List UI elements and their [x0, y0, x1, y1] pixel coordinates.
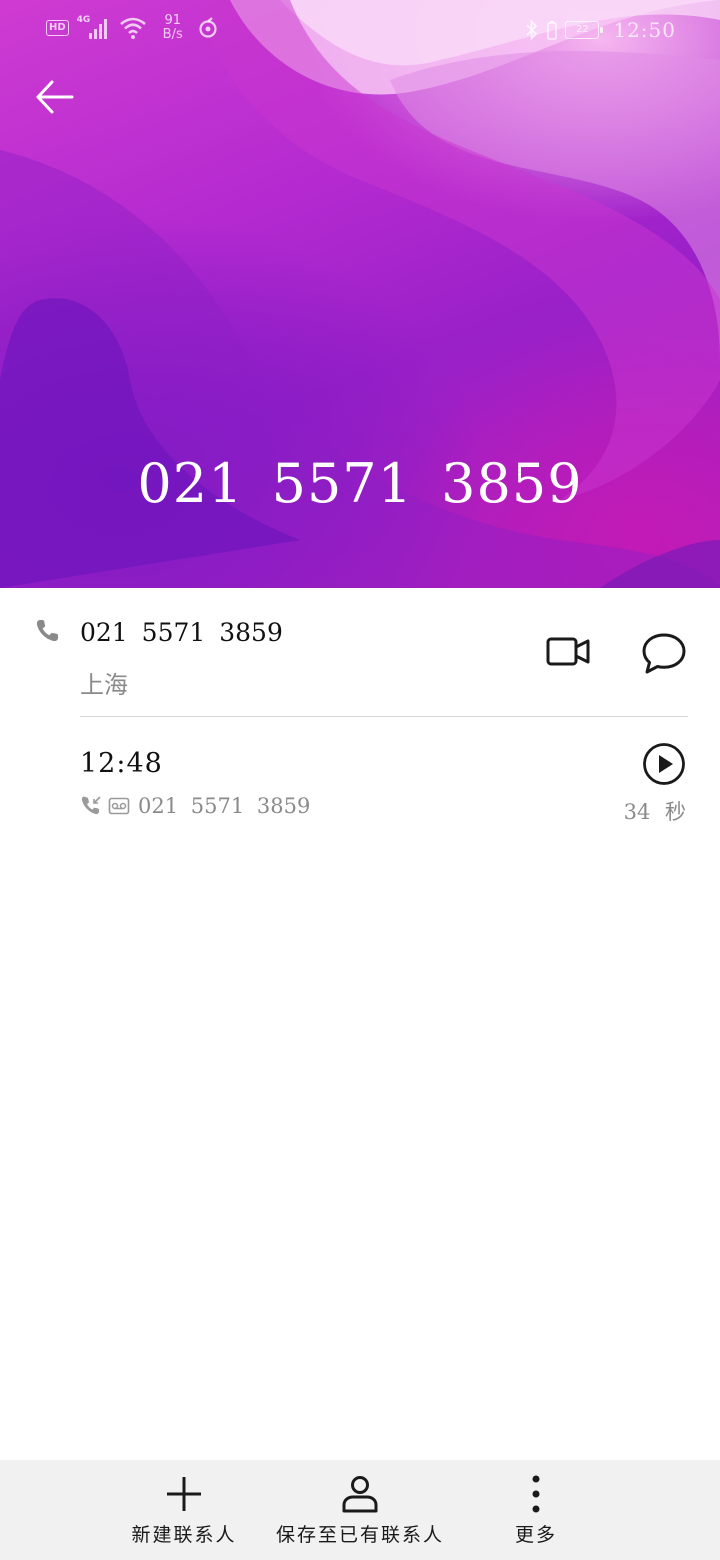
phone-icon — [36, 620, 58, 642]
call-time: 12:48 — [80, 748, 163, 779]
sim-battery-icon — [547, 21, 558, 40]
wifi-icon — [119, 17, 146, 39]
bluetooth-icon — [526, 19, 538, 41]
message-icon[interactable] — [640, 630, 688, 676]
more-vertical-icon — [532, 1475, 540, 1513]
plus-icon — [167, 1477, 201, 1511]
new-contact-label: 新建联系人 — [131, 1524, 237, 1546]
bottom-action-bar: 新建联系人 保存至已有联系人 更多 — [0, 1460, 720, 1560]
back-arrow-icon[interactable] — [30, 72, 80, 122]
signal-icon: 4G — [77, 15, 111, 41]
more-button[interactable]: 更多 — [486, 1460, 586, 1560]
call-duration: 34 秒 — [623, 800, 686, 824]
call-log-row[interactable]: 12:48 021 5571 3859 34 秒 — [0, 718, 720, 838]
call-number: 021 5571 3859 — [138, 794, 311, 818]
net-speed: 91 B/s — [162, 13, 183, 42]
phone-number-row[interactable]: 021 5571 3859 上海 — [0, 588, 720, 718]
more-label: 更多 — [514, 1524, 557, 1546]
save-to-existing-label: 保存至已有联系人 — [275, 1524, 444, 1546]
header-phone-number: 021 5571 3859 — [137, 452, 583, 515]
contact-phone-number: 021 5571 3859 — [80, 618, 283, 647]
contact-header: HD 4G 91 B/s 22 12:50 021 5571 3859 — [0, 0, 720, 588]
status-time: 12:50 — [613, 18, 676, 42]
play-recording-icon[interactable] — [642, 742, 686, 786]
contact-location: 上海 — [80, 671, 128, 699]
new-contact-button[interactable]: 新建联系人 — [124, 1460, 244, 1560]
hd-badge: HD — [46, 20, 69, 36]
save-to-existing-button[interactable]: 保存至已有联系人 — [270, 1460, 450, 1560]
call-meta: 021 5571 3859 — [80, 794, 310, 818]
app-notification-icon — [199, 17, 217, 38]
voicemail-icon — [108, 797, 130, 815]
video-call-icon[interactable] — [544, 632, 592, 672]
status-bar: HD 4G 91 B/s 22 12:50 — [0, 0, 720, 64]
row-divider — [80, 716, 688, 717]
incoming-call-icon — [81, 796, 101, 815]
person-icon — [342, 1476, 378, 1513]
battery-icon: 22 — [565, 21, 604, 39]
